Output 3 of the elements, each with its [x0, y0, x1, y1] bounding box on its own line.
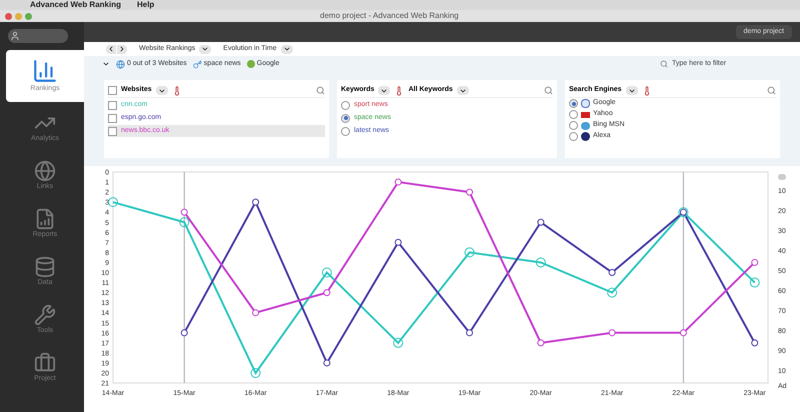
menu-item[interactable]: Help [136, 0, 154, 10]
window-title: demo project - Advanced Web Ranking [320, 10, 459, 22]
menu-item[interactable]: Advanced Web Ranking [30, 0, 121, 10]
